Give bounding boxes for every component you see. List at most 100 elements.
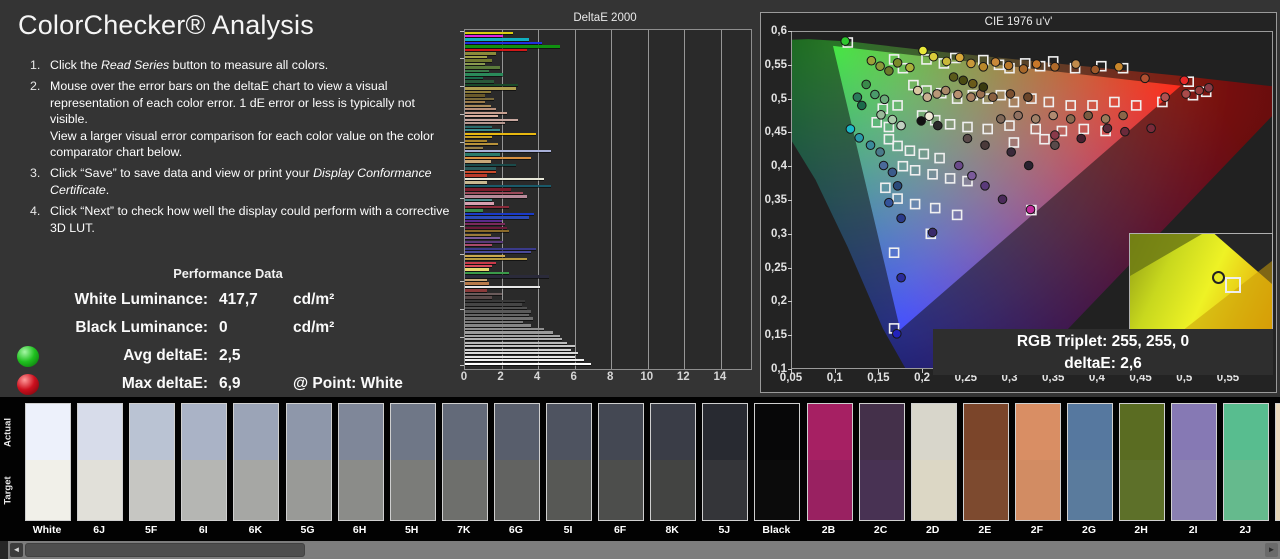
cie-measured-point[interactable] [989, 93, 998, 102]
cie-measured-point[interactable] [1014, 111, 1023, 120]
deltae-bar[interactable] [465, 167, 496, 169]
cie-measured-point[interactable] [1051, 141, 1060, 150]
deltae-bar[interactable] [465, 209, 483, 211]
cie-measured-point[interactable] [1006, 90, 1015, 99]
cie-measured-point[interactable] [941, 86, 950, 95]
cie-measured-point[interactable] [934, 121, 943, 130]
cie-measured-point[interactable] [855, 134, 864, 143]
deltae-bar[interactable] [465, 255, 505, 257]
deltae-bar[interactable] [465, 286, 540, 288]
cie-measured-point[interactable] [967, 59, 976, 68]
deltae-bar[interactable] [465, 220, 502, 222]
deltae-bar[interactable] [465, 63, 485, 65]
cie-measured-point[interactable] [876, 62, 885, 71]
deltae-bar[interactable] [465, 73, 503, 75]
cie-measured-point[interactable] [888, 115, 897, 124]
cie-measured-point[interactable] [867, 56, 876, 65]
cie-measured-point[interactable] [949, 73, 958, 82]
deltae-bar[interactable] [465, 352, 578, 354]
deltae-bar[interactable] [465, 338, 562, 340]
cie-measured-point[interactable] [1051, 63, 1060, 72]
deltae-bar[interactable] [465, 171, 496, 173]
deltae-bar[interactable] [465, 324, 531, 326]
deltae-bar[interactable] [465, 216, 529, 218]
cie-measured-point[interactable] [1121, 127, 1130, 136]
cie-measured-point[interactable] [876, 148, 885, 157]
cie-measured-point[interactable] [1182, 90, 1191, 99]
cie-measured-point[interactable] [1026, 205, 1035, 214]
deltae-bar[interactable] [465, 112, 507, 114]
cie-measured-point[interactable] [1103, 124, 1112, 133]
deltae-bar[interactable] [465, 192, 523, 194]
deltae-bar[interactable] [465, 356, 575, 358]
deltae-bar[interactable] [465, 241, 503, 243]
deltae-bar[interactable] [465, 328, 544, 330]
deltae-bar[interactable] [465, 87, 516, 89]
deltae-bar[interactable] [465, 94, 485, 96]
deltae-bar[interactable] [465, 237, 500, 239]
cie-measured-point[interactable] [1195, 86, 1204, 95]
cie-measured-point[interactable] [925, 112, 934, 121]
deltae-bar[interactable] [465, 70, 489, 72]
cie-measured-point[interactable] [866, 141, 875, 150]
cie-measured-point[interactable] [1024, 161, 1033, 170]
deltae-bar[interactable] [465, 91, 491, 93]
scroll-right-arrow-icon[interactable]: ► [1265, 543, 1278, 557]
deltae-bar[interactable] [465, 140, 487, 142]
deltae-bar[interactable] [465, 108, 496, 110]
deltae-bar[interactable] [465, 363, 591, 365]
cie-measured-point[interactable] [919, 46, 928, 55]
deltae-bar[interactable] [465, 314, 529, 316]
deltae-bar[interactable] [465, 234, 491, 236]
cie-measured-point[interactable] [1004, 61, 1013, 70]
cie-measured-point[interactable] [853, 93, 862, 102]
cie-measured-point[interactable] [877, 111, 886, 120]
cie-measured-point[interactable] [879, 161, 888, 170]
cie-measured-point[interactable] [893, 330, 902, 339]
cie-measured-point[interactable] [933, 90, 942, 99]
deltae-bar[interactable] [465, 147, 483, 149]
deltae-bar[interactable] [465, 213, 534, 215]
deltae-bar[interactable] [465, 150, 551, 152]
cie-measured-point[interactable] [955, 161, 964, 170]
deltae-bar[interactable] [465, 262, 496, 264]
cie-measured-point[interactable] [1115, 63, 1124, 72]
cie-measured-point[interactable] [1007, 148, 1016, 157]
deltae-bar[interactable] [465, 164, 516, 166]
deltae-bar[interactable] [465, 300, 525, 302]
deltae-bar[interactable] [465, 52, 496, 54]
cie-measured-point[interactable] [1019, 65, 1028, 74]
deltae-bar[interactable] [465, 188, 511, 190]
cie-measured-point[interactable] [897, 121, 906, 130]
deltae-bar[interactable] [465, 248, 536, 250]
cie-measured-point[interactable] [981, 141, 990, 150]
deltae-bar[interactable] [465, 157, 531, 159]
deltae-bar[interactable] [465, 126, 492, 128]
cie-measured-point[interactable] [1119, 111, 1128, 120]
deltae-bar[interactable] [465, 174, 487, 176]
deltae-bar[interactable] [465, 310, 531, 312]
cie-measured-point[interactable] [841, 37, 850, 46]
cie-measured-point[interactable] [923, 93, 932, 102]
deltae-bar[interactable] [465, 296, 492, 298]
deltae-bar[interactable] [465, 268, 489, 270]
cie-measured-point[interactable] [929, 52, 938, 61]
deltae-bar[interactable] [465, 98, 494, 100]
deltae-bar[interactable] [465, 129, 500, 131]
deltae-bar[interactable] [465, 195, 527, 197]
deltae-bar[interactable] [465, 345, 575, 347]
cie-measured-point[interactable] [1031, 115, 1040, 124]
cie-measured-point[interactable] [981, 182, 990, 191]
cie-measured-point[interactable] [954, 90, 963, 99]
deltae-bar[interactable] [465, 199, 492, 201]
deltae-bar[interactable] [465, 265, 492, 267]
cie-measured-point[interactable] [1180, 76, 1189, 85]
deltae-bar[interactable] [465, 153, 500, 155]
cie-measured-point[interactable] [885, 198, 894, 207]
cie-measured-point[interactable] [1049, 111, 1058, 120]
cie-measured-point[interactable] [1032, 60, 1041, 69]
cie-measured-point[interactable] [1077, 134, 1086, 143]
deltae-bar[interactable] [465, 321, 523, 323]
cie-measured-point[interactable] [1091, 65, 1100, 74]
deltae-bar[interactable] [465, 59, 492, 61]
